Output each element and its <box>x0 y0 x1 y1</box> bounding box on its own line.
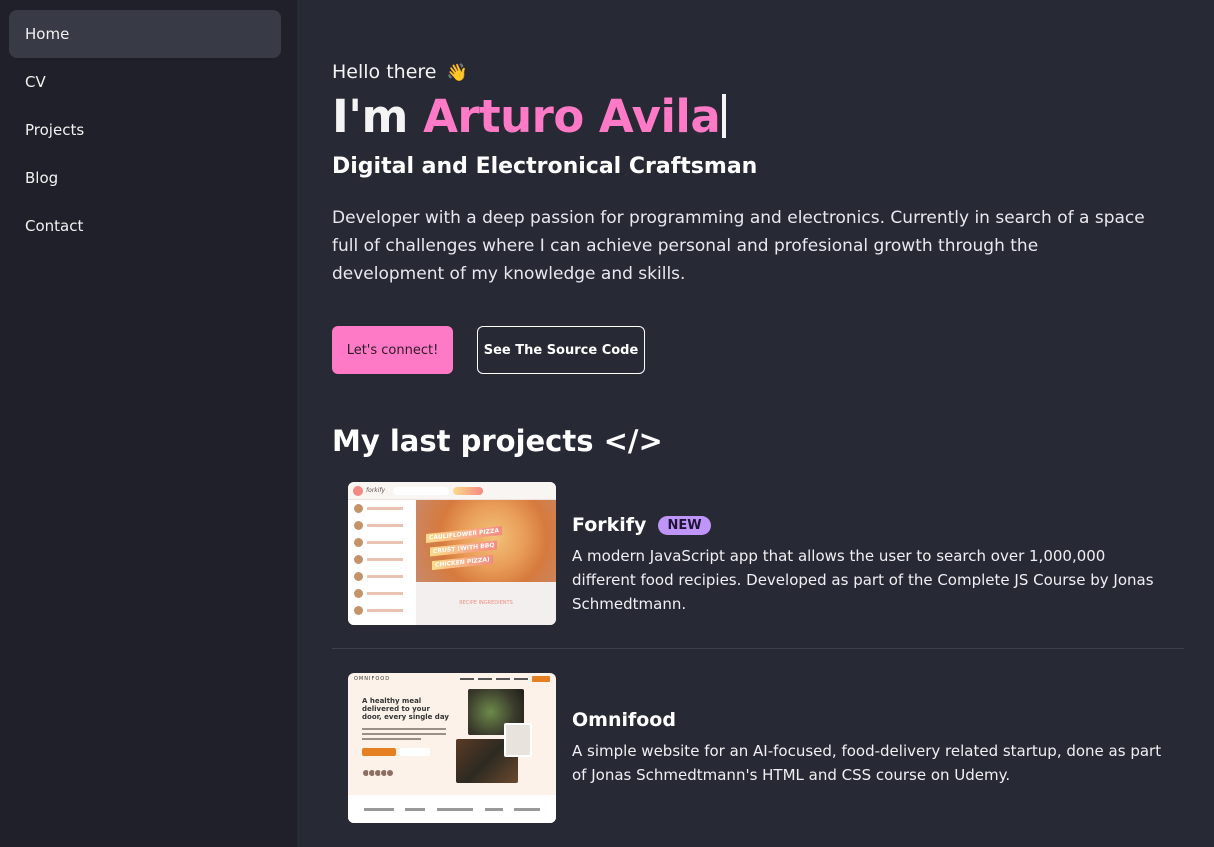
project-name: Forkify NEW <box>572 514 1172 536</box>
omnifood-headline: A healthy meal delivered to your door, e… <box>362 697 449 721</box>
forkify-thumbnail[interactable]: forkify CAULIFLOWER PIZZA CRUST (WITH BB… <box>348 482 556 625</box>
list-item <box>348 534 416 551</box>
omnifood-screenshot: OMNIFOOD A healthy meal delivered to you… <box>348 673 556 823</box>
project-divider <box>332 648 1184 649</box>
omnifood-links <box>460 678 528 680</box>
omnifood-press-logos <box>348 795 556 823</box>
typing-caret-icon <box>722 94 727 138</box>
sidebar-item-projects[interactable]: Projects <box>9 106 281 154</box>
sidebar-item-label: Projects <box>25 121 85 139</box>
omnifood-nav: OMNIFOOD <box>348 673 556 685</box>
headline-prefix: I'm <box>332 90 424 143</box>
project-info: Omnifood A simple website for an AI-focu… <box>572 709 1172 787</box>
project-description: A modern JavaScript app that allows the … <box>572 547 1154 613</box>
subtitle: Digital and Electronical Craftsman <box>332 154 758 179</box>
ingredients-title: RECIPE INGREDIENTS <box>459 600 513 606</box>
main-content: Hello there 👋 I'm Arturo Avila Digital a… <box>297 0 1214 847</box>
list-item <box>348 568 416 585</box>
omnifood-paragraph <box>362 728 446 743</box>
omnifood-logo: OMNIFOOD <box>354 676 391 682</box>
recipe-title-line: CHICKEN PIZZA) <box>432 554 493 571</box>
projects-section-title: My last projects </> <box>332 424 663 458</box>
list-item <box>348 585 416 602</box>
project-title[interactable]: Omnifood <box>572 709 676 731</box>
project-name: Omnifood <box>572 709 1172 731</box>
sidebar-item-home[interactable]: Home <box>9 10 281 58</box>
sidebar-item-label: Contact <box>25 217 84 235</box>
sidebar-item-blog[interactable]: Blog <box>9 154 281 202</box>
lets-connect-button[interactable]: Let's connect! <box>332 326 453 374</box>
omnifood-phone-image <box>504 723 532 757</box>
forkify-header: forkify <box>348 482 556 500</box>
greeting-text: Hello there <box>332 61 437 83</box>
project-info: Forkify NEW A modern JavaScript app that… <box>572 514 1172 616</box>
project-description: A simple website for an AI-focused, food… <box>572 742 1162 784</box>
omnifood-primary-button <box>362 748 396 756</box>
omnifood-avatars <box>362 769 394 777</box>
sidebar-item-contact[interactable]: Contact <box>9 202 281 250</box>
recipe-title-line: CRUST (WITH BBQ <box>430 540 498 557</box>
new-badge: NEW <box>658 515 711 535</box>
sidebar-item-label: Blog <box>25 169 59 187</box>
project-title[interactable]: Forkify <box>572 514 646 536</box>
forkify-brand: forkify <box>366 487 386 494</box>
sidebar-item-label: Home <box>25 25 70 43</box>
page-title: I'm Arturo Avila <box>332 90 727 143</box>
sidebar: Home CV Projects Blog Contact <box>0 0 297 847</box>
list-item <box>348 551 416 568</box>
forkify-screenshot: forkify CAULIFLOWER PIZZA CRUST (WITH BB… <box>348 482 556 625</box>
omnifood-thumbnail[interactable]: OMNIFOOD A healthy meal delivered to you… <box>348 673 556 823</box>
forkify-results-list <box>348 500 416 625</box>
sidebar-item-label: CV <box>25 73 46 91</box>
app-root: Home CV Projects Blog Contact Hello ther… <box>0 0 1214 847</box>
intro-paragraph: Developer with a deep passion for progra… <box>332 208 1145 284</box>
list-item <box>348 517 416 534</box>
author-name: Arturo Avila <box>423 90 721 143</box>
waving-hand-icon: 👋 <box>446 63 468 83</box>
sidebar-item-cv[interactable]: CV <box>9 58 281 106</box>
forkify-recipe-image: CAULIFLOWER PIZZA CRUST (WITH BBQ CHICKE… <box>416 500 556 582</box>
forkify-logo-icon <box>353 485 363 496</box>
forkify-search-button <box>453 486 484 495</box>
greeting: Hello there 👋 <box>332 61 468 83</box>
forkify-ingredients: RECIPE INGREDIENTS <box>416 582 556 625</box>
omnifood-cta <box>532 676 550 682</box>
forkify-search-bar <box>393 486 450 495</box>
omnifood-secondary-button <box>400 748 430 756</box>
list-item <box>348 500 416 517</box>
list-item <box>348 602 416 619</box>
source-code-button[interactable]: See The Source Code <box>477 326 645 374</box>
